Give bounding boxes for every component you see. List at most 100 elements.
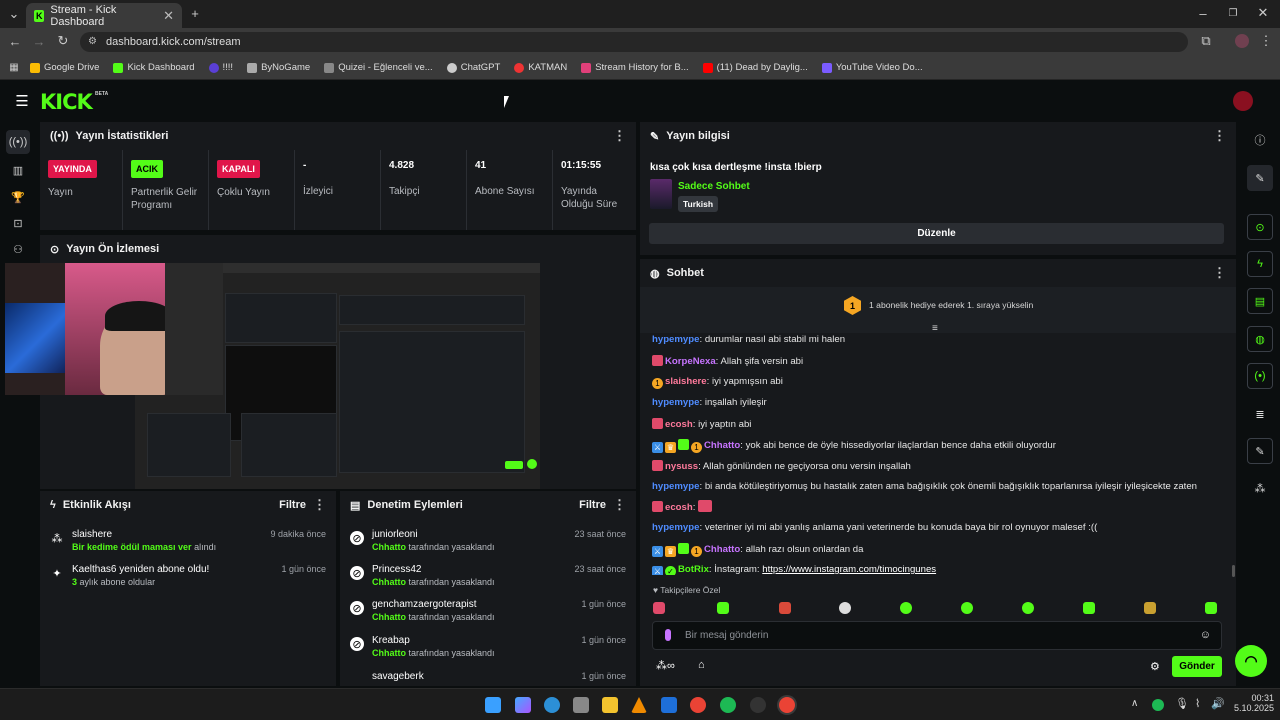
broadcast-icon[interactable]: (•) — [1247, 363, 1273, 389]
filter-button[interactable]: Filtre — [279, 499, 306, 511]
info-icon[interactable]: ⓘ — [1247, 127, 1273, 153]
emote-icon[interactable] — [653, 602, 665, 614]
store-icon[interactable]: ⌂ — [698, 659, 705, 671]
file-explorer-icon[interactable] — [602, 697, 618, 713]
bookmark-item[interactable]: YouTube Video Do... — [821, 62, 923, 73]
emote-icon[interactable] — [900, 602, 912, 614]
browser-menu-icon[interactable]: ⋮ — [1259, 33, 1273, 48]
minimize-icon[interactable]: – — [1196, 6, 1210, 21]
sub-badge-icon — [652, 460, 663, 471]
lightning-icon[interactable]: ϟ — [1247, 251, 1273, 277]
bookmark-item[interactable]: Quizei - Eğlenceli ve... — [324, 62, 433, 73]
settings-icon[interactable]: ⚙ — [1150, 660, 1160, 673]
filter-button[interactable]: Filtre — [579, 499, 606, 511]
bookmark-item[interactable]: ByNoGame — [247, 62, 310, 73]
bookmark-item[interactable]: !!!! — [208, 62, 233, 73]
edge-icon[interactable] — [544, 697, 560, 713]
app-icon[interactable] — [661, 697, 677, 713]
wrench-icon[interactable]: ✎ — [1247, 438, 1273, 464]
bookmark-item[interactable]: KATMAN — [514, 62, 567, 73]
more-options-icon[interactable]: ⋮ — [613, 128, 626, 144]
chat-icon[interactable]: ◍ — [1247, 326, 1273, 352]
chat-messages: hypemype: durumlar nasıl abi stabil mi h… — [640, 335, 1236, 575]
browser-tab-kick[interactable]: K Stream - Kick Dashboard ✕ — [26, 3, 182, 28]
emote-icon[interactable] — [961, 602, 973, 614]
emote-icon[interactable] — [1083, 602, 1095, 614]
more-options-icon[interactable]: ⋮ — [1213, 265, 1226, 281]
back-icon[interactable]: ← — [8, 34, 22, 49]
more-options-icon[interactable]: ⋮ — [613, 497, 626, 513]
reload-icon[interactable]: ↻ — [56, 33, 70, 48]
send-button[interactable]: Gönder — [1172, 656, 1222, 677]
category-link[interactable]: Sadece Sohbet — [678, 181, 750, 192]
chat-message: ecosh: — [652, 500, 714, 513]
tray-chevron-icon[interactable]: ∧ — [1131, 698, 1138, 709]
clock[interactable]: 00:31 5.10.2025 — [1234, 693, 1274, 713]
extensions-icon[interactable]: ⧉ — [1199, 33, 1213, 48]
clipboard-icon[interactable]: ▤ — [1247, 288, 1273, 314]
lightning-icon: ϟ — [50, 499, 56, 511]
edit-button[interactable]: Düzenle — [649, 223, 1224, 244]
chat-message: ⚔ ♛ 1 Chhatto: yok abi bence de öyle hissed… — [652, 439, 1056, 453]
site-info-icon[interactable]: ⚙ — [88, 36, 97, 47]
emote-icon[interactable] — [1022, 602, 1034, 614]
mini-activity — [147, 413, 231, 477]
apps-grid-icon[interactable]: ▦ — [8, 61, 20, 73]
stream-nav-icon[interactable]: ((•)) — [6, 130, 30, 154]
bookmark-item[interactable]: ChatGPT — [446, 62, 500, 73]
emoji-icon[interactable]: ☺ — [1200, 629, 1211, 641]
profile-icon[interactable] — [1235, 34, 1249, 48]
start-icon[interactable] — [485, 697, 501, 713]
analytics-nav-icon[interactable]: ▥ — [10, 162, 26, 178]
emote-icon[interactable] — [779, 602, 791, 614]
vip-badge-icon: ♛ — [665, 442, 676, 453]
bookmark-item[interactable]: Stream History for B... — [581, 62, 689, 73]
tab-search-icon[interactable]: ⌄ — [6, 6, 22, 22]
tray-icon[interactable] — [1152, 699, 1164, 711]
chat-scrollbar[interactable] — [1232, 565, 1235, 577]
close-window-icon[interactable]: ✕ — [1256, 5, 1270, 20]
chat-message-input[interactable]: Bir mesaj gönderin ☺ — [652, 621, 1222, 650]
collapse-icon[interactable]: ≡ — [932, 323, 938, 334]
edit-icon[interactable]: ✎ — [1247, 165, 1273, 191]
more-options-icon[interactable]: ⋮ — [313, 497, 326, 513]
camera-icon[interactable]: ⊙ — [1247, 214, 1273, 240]
emote-icon[interactable] — [839, 602, 851, 614]
trophy-nav-icon[interactable]: 🏆 — [10, 189, 26, 205]
layers-icon[interactable]: ≣ — [1247, 401, 1273, 427]
support-chat-icon[interactable]: ◠ — [1235, 645, 1267, 677]
new-tab-icon[interactable]: + — [188, 6, 202, 21]
address-bar[interactable]: ⚙ dashboard.kick.com/stream — [80, 32, 1188, 52]
app-icon[interactable] — [573, 697, 589, 713]
obs-icon[interactable] — [750, 697, 766, 713]
emote-icon[interactable] — [1144, 602, 1156, 614]
microphone-icon[interactable] — [665, 629, 671, 641]
bookmark-icon — [821, 62, 832, 73]
chat-link[interactable]: https://www.instagram.com/timocingunes — [762, 564, 936, 575]
more-options-icon[interactable]: ⋮ — [1213, 128, 1226, 144]
close-tab-icon[interactable]: ✕ — [163, 8, 174, 24]
hamburger-menu-icon[interactable]: ☰ — [14, 93, 30, 110]
chrome-active-icon[interactable] — [779, 697, 795, 713]
vlc-icon[interactable] — [631, 697, 647, 713]
chat-message: ⚔ ♛ 1 Chhatto: allah razı olsun onlardan da — [652, 543, 864, 557]
community-nav-icon[interactable]: ⊡ — [10, 215, 26, 231]
bookmark-item[interactable]: Google Drive — [30, 62, 99, 73]
users-nav-icon[interactable]: ⚇ — [10, 241, 26, 257]
user-avatar[interactable] — [1233, 91, 1253, 111]
network-icon[interactable]: ⌇ — [1195, 697, 1200, 710]
copilot-icon[interactable] — [515, 697, 531, 713]
spotify-icon[interactable] — [720, 697, 736, 713]
emote-icon[interactable] — [1205, 602, 1217, 614]
bookmark-item[interactable]: Kick Dashboard — [113, 62, 195, 73]
community-icon[interactable]: ⁂∞ — [656, 659, 675, 672]
volume-icon[interactable]: 🔊 — [1211, 697, 1225, 710]
mic-tray-icon[interactable]: 🎙 — [1175, 697, 1189, 710]
bookmark-item[interactable]: (11) Dead by Daylig... — [702, 62, 808, 73]
apps-icon[interactable]: ⁂ — [1247, 475, 1273, 501]
kick-logo[interactable]: KICK — [40, 90, 93, 114]
maximize-icon[interactable]: ❐ — [1226, 6, 1240, 20]
chrome-icon[interactable] — [690, 697, 706, 713]
forward-icon[interactable]: → — [32, 34, 46, 49]
emote-icon[interactable] — [717, 602, 729, 614]
